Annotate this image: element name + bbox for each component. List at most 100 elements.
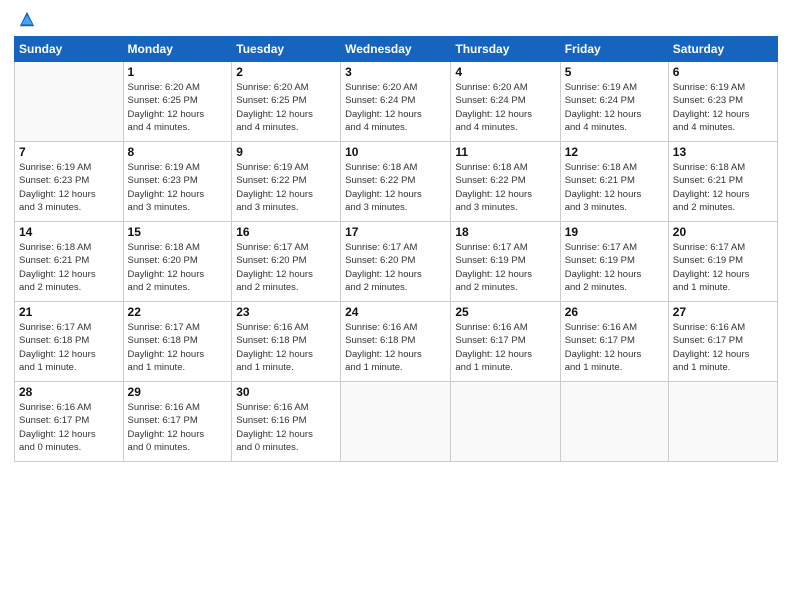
day-info: Sunrise: 6:18 AMSunset: 6:22 PMDaylight:…: [455, 161, 555, 214]
day-info: Sunrise: 6:20 AMSunset: 6:25 PMDaylight:…: [236, 81, 336, 134]
day-number: 2: [236, 65, 336, 79]
day-number: 5: [565, 65, 664, 79]
day-info: Sunrise: 6:17 AMSunset: 6:18 PMDaylight:…: [128, 321, 228, 374]
day-number: 26: [565, 305, 664, 319]
day-info: Sunrise: 6:19 AMSunset: 6:23 PMDaylight:…: [673, 81, 773, 134]
day-info: Sunrise: 6:17 AMSunset: 6:20 PMDaylight:…: [345, 241, 446, 294]
day-number: 27: [673, 305, 773, 319]
calendar-cell: 27 Sunrise: 6:16 AMSunset: 6:17 PMDayligh…: [668, 302, 777, 382]
weekday-header-sunday: Sunday: [15, 37, 124, 62]
day-number: 23: [236, 305, 336, 319]
calendar-cell: 15 Sunrise: 6:18 AMSunset: 6:20 PMDayligh…: [123, 222, 232, 302]
day-number: 12: [565, 145, 664, 159]
day-number: 24: [345, 305, 446, 319]
day-info: Sunrise: 6:16 AMSunset: 6:17 PMDaylight:…: [565, 321, 664, 374]
logo-icon: [18, 10, 36, 28]
day-number: 4: [455, 65, 555, 79]
day-number: 25: [455, 305, 555, 319]
calendar-cell: [668, 382, 777, 462]
weekday-header-tuesday: Tuesday: [232, 37, 341, 62]
logo: [14, 10, 36, 28]
day-number: 15: [128, 225, 228, 239]
calendar-cell: 8 Sunrise: 6:19 AMSunset: 6:23 PMDaylight…: [123, 142, 232, 222]
day-info: Sunrise: 6:18 AMSunset: 6:21 PMDaylight:…: [565, 161, 664, 214]
calendar-cell: 14 Sunrise: 6:18 AMSunset: 6:21 PMDayligh…: [15, 222, 124, 302]
day-number: 30: [236, 385, 336, 399]
calendar-cell: 6 Sunrise: 6:19 AMSunset: 6:23 PMDaylight…: [668, 62, 777, 142]
day-number: 8: [128, 145, 228, 159]
day-info: Sunrise: 6:16 AMSunset: 6:18 PMDaylight:…: [345, 321, 446, 374]
day-info: Sunrise: 6:16 AMSunset: 6:17 PMDaylight:…: [455, 321, 555, 374]
day-info: Sunrise: 6:16 AMSunset: 6:16 PMDaylight:…: [236, 401, 336, 454]
day-number: 18: [455, 225, 555, 239]
day-info: Sunrise: 6:16 AMSunset: 6:17 PMDaylight:…: [673, 321, 773, 374]
weekday-header-saturday: Saturday: [668, 37, 777, 62]
calendar-cell: 7 Sunrise: 6:19 AMSunset: 6:23 PMDaylight…: [15, 142, 124, 222]
calendar-cell: 29Sunrise: 6:16 AMSunset: 6:17 PMDayligh…: [123, 382, 232, 462]
day-info: Sunrise: 6:18 AMSunset: 6:20 PMDaylight:…: [128, 241, 228, 294]
calendar-table: SundayMondayTuesdayWednesdayThursdayFrid…: [14, 36, 778, 462]
day-info: Sunrise: 6:16 AMSunset: 6:17 PMDaylight:…: [128, 401, 228, 454]
day-number: 11: [455, 145, 555, 159]
calendar-cell: 5Sunrise: 6:19 AMSunset: 6:24 PMDaylight…: [560, 62, 668, 142]
day-info: Sunrise: 6:17 AMSunset: 6:20 PMDaylight:…: [236, 241, 336, 294]
calendar-cell: 10 Sunrise: 6:18 AMSunset: 6:22 PMDayligh…: [341, 142, 451, 222]
week-row-1: 1 Sunrise: 6:20 AMSunset: 6:25 PMDaylight…: [15, 62, 778, 142]
day-info: Sunrise: 6:17 AMSunset: 6:19 PMDaylight:…: [565, 241, 664, 294]
day-info: Sunrise: 6:20 AMSunset: 6:24 PMDaylight:…: [345, 81, 446, 134]
calendar-cell: 11 Sunrise: 6:18 AMSunset: 6:22 PMDayligh…: [451, 142, 560, 222]
week-row-5: 28 Sunrise: 6:16 AMSunset: 6:17 PMDayligh…: [15, 382, 778, 462]
day-number: 7: [19, 145, 119, 159]
day-number: 22: [128, 305, 228, 319]
day-number: 1: [128, 65, 228, 79]
calendar-cell: 3Sunrise: 6:20 AMSunset: 6:24 PMDaylight…: [341, 62, 451, 142]
day-info: Sunrise: 6:17 AMSunset: 6:18 PMDaylight:…: [19, 321, 119, 374]
day-number: 16: [236, 225, 336, 239]
weekday-header-wednesday: Wednesday: [341, 37, 451, 62]
weekday-header-friday: Friday: [560, 37, 668, 62]
day-info: Sunrise: 6:20 AMSunset: 6:24 PMDaylight:…: [455, 81, 555, 134]
day-info: Sunrise: 6:17 AMSunset: 6:19 PMDaylight:…: [673, 241, 773, 294]
calendar-cell: 26 Sunrise: 6:16 AMSunset: 6:17 PMDayligh…: [560, 302, 668, 382]
calendar-cell: [451, 382, 560, 462]
day-info: Sunrise: 6:16 AMSunset: 6:17 PMDaylight:…: [19, 401, 119, 454]
week-row-3: 14 Sunrise: 6:18 AMSunset: 6:21 PMDayligh…: [15, 222, 778, 302]
calendar-cell: 16 Sunrise: 6:17 AMSunset: 6:20 PMDayligh…: [232, 222, 341, 302]
day-number: 17: [345, 225, 446, 239]
calendar-cell: 12 Sunrise: 6:18 AMSunset: 6:21 PMDayligh…: [560, 142, 668, 222]
day-number: 13: [673, 145, 773, 159]
calendar-cell: 9Sunrise: 6:19 AMSunset: 6:22 PMDaylight…: [232, 142, 341, 222]
calendar-cell: 20 Sunrise: 6:17 AMSunset: 6:19 PMDayligh…: [668, 222, 777, 302]
header: [14, 10, 778, 28]
day-info: Sunrise: 6:16 AMSunset: 6:18 PMDaylight:…: [236, 321, 336, 374]
day-number: 21: [19, 305, 119, 319]
day-info: Sunrise: 6:18 AMSunset: 6:21 PMDaylight:…: [19, 241, 119, 294]
day-info: Sunrise: 6:17 AMSunset: 6:19 PMDaylight:…: [455, 241, 555, 294]
calendar-cell: 28 Sunrise: 6:16 AMSunset: 6:17 PMDayligh…: [15, 382, 124, 462]
calendar-cell: 19Sunrise: 6:17 AMSunset: 6:19 PMDayligh…: [560, 222, 668, 302]
calendar-cell: 4 Sunrise: 6:20 AMSunset: 6:24 PMDaylight…: [451, 62, 560, 142]
day-info: Sunrise: 6:19 AMSunset: 6:23 PMDaylight:…: [128, 161, 228, 214]
day-number: 6: [673, 65, 773, 79]
day-info: Sunrise: 6:20 AMSunset: 6:25 PMDaylight:…: [128, 81, 228, 134]
calendar-cell: 23 Sunrise: 6:16 AMSunset: 6:18 PMDayligh…: [232, 302, 341, 382]
calendar-cell: [560, 382, 668, 462]
calendar-cell: 13 Sunrise: 6:18 AMSunset: 6:21 PMDayligh…: [668, 142, 777, 222]
day-info: Sunrise: 6:18 AMSunset: 6:21 PMDaylight:…: [673, 161, 773, 214]
page: SundayMondayTuesdayWednesdayThursdayFrid…: [0, 0, 792, 612]
calendar-cell: 22 Sunrise: 6:17 AMSunset: 6:18 PMDayligh…: [123, 302, 232, 382]
calendar-cell: 17 Sunrise: 6:17 AMSunset: 6:20 PMDayligh…: [341, 222, 451, 302]
calendar-cell: 24 Sunrise: 6:16 AMSunset: 6:18 PMDayligh…: [341, 302, 451, 382]
weekday-header-row: SundayMondayTuesdayWednesdayThursdayFrid…: [15, 37, 778, 62]
day-info: Sunrise: 6:18 AMSunset: 6:22 PMDaylight:…: [345, 161, 446, 214]
day-info: Sunrise: 6:19 AMSunset: 6:23 PMDaylight:…: [19, 161, 119, 214]
weekday-header-monday: Monday: [123, 37, 232, 62]
day-number: 20: [673, 225, 773, 239]
calendar-cell: 21 Sunrise: 6:17 AMSunset: 6:18 PMDayligh…: [15, 302, 124, 382]
day-number: 10: [345, 145, 446, 159]
day-number: 14: [19, 225, 119, 239]
week-row-4: 21 Sunrise: 6:17 AMSunset: 6:18 PMDayligh…: [15, 302, 778, 382]
calendar-cell: 1 Sunrise: 6:20 AMSunset: 6:25 PMDaylight…: [123, 62, 232, 142]
day-number: 28: [19, 385, 119, 399]
calendar-cell: [15, 62, 124, 142]
